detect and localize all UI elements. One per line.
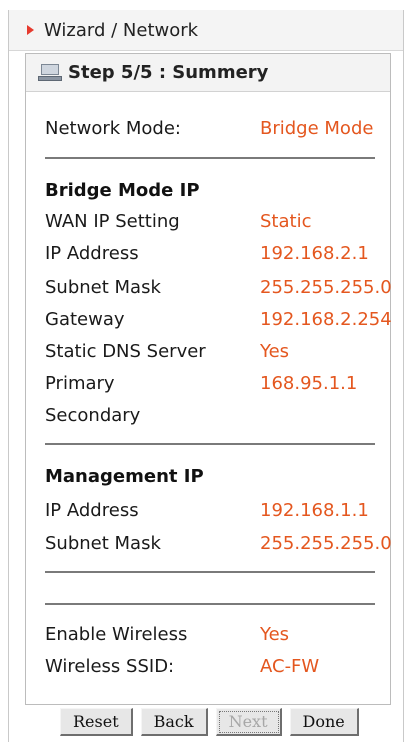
step-title: Step 5/5 : Summery [68, 62, 269, 83]
reset-button[interactable]: Reset [60, 708, 133, 736]
network-mode-label: Network Mode: [45, 118, 181, 139]
arrow-right-icon [27, 25, 34, 35]
panel-header: Step 5/5 : Summery [26, 54, 390, 92]
management-section-heading: Management IP [45, 466, 204, 487]
divider [45, 603, 375, 605]
row-label: IP Address [45, 243, 139, 264]
computer-icon [38, 63, 62, 83]
bridge-section-heading: Bridge Mode IP [45, 180, 200, 201]
row-label: WAN IP Setting [45, 211, 180, 232]
divider [45, 571, 375, 573]
row-value: AC-FW [260, 656, 320, 677]
row-label: Enable Wireless [45, 624, 188, 645]
row-label: Secondary [45, 405, 141, 426]
row-value: Yes [260, 624, 290, 645]
row-label: IP Address [45, 500, 139, 521]
row-value: 168.95.1.1 [260, 373, 358, 394]
row-value: Static [260, 211, 312, 232]
breadcrumb: Wizard / Network [44, 19, 199, 41]
back-button[interactable]: Back [140, 708, 208, 736]
done-button[interactable]: Done [289, 708, 359, 736]
title-bar: Wizard / Network [9, 10, 403, 51]
row-label: Subnet Mask [45, 277, 161, 298]
row-label: Subnet Mask [45, 533, 161, 554]
row-label: Static DNS Server [45, 341, 206, 362]
divider [45, 443, 375, 445]
wizard-button-bar: Reset Back Next Done [60, 708, 370, 738]
network-mode-value: Bridge Mode [260, 118, 374, 139]
divider [45, 157, 375, 159]
row-label: Gateway [45, 309, 125, 330]
next-button[interactable]: Next [215, 708, 282, 736]
row-value: 192.168.2.1 [260, 243, 369, 264]
row-label: Primary [45, 373, 115, 394]
row-value: 255.255.255.0 [260, 533, 392, 554]
row-value: Yes [260, 341, 290, 362]
row-label: Wireless SSID: [45, 656, 175, 677]
row-value: 192.168.1.1 [260, 500, 369, 521]
row-value: 192.168.2.254 [260, 309, 392, 330]
row-value: 255.255.255.0 [260, 277, 392, 298]
